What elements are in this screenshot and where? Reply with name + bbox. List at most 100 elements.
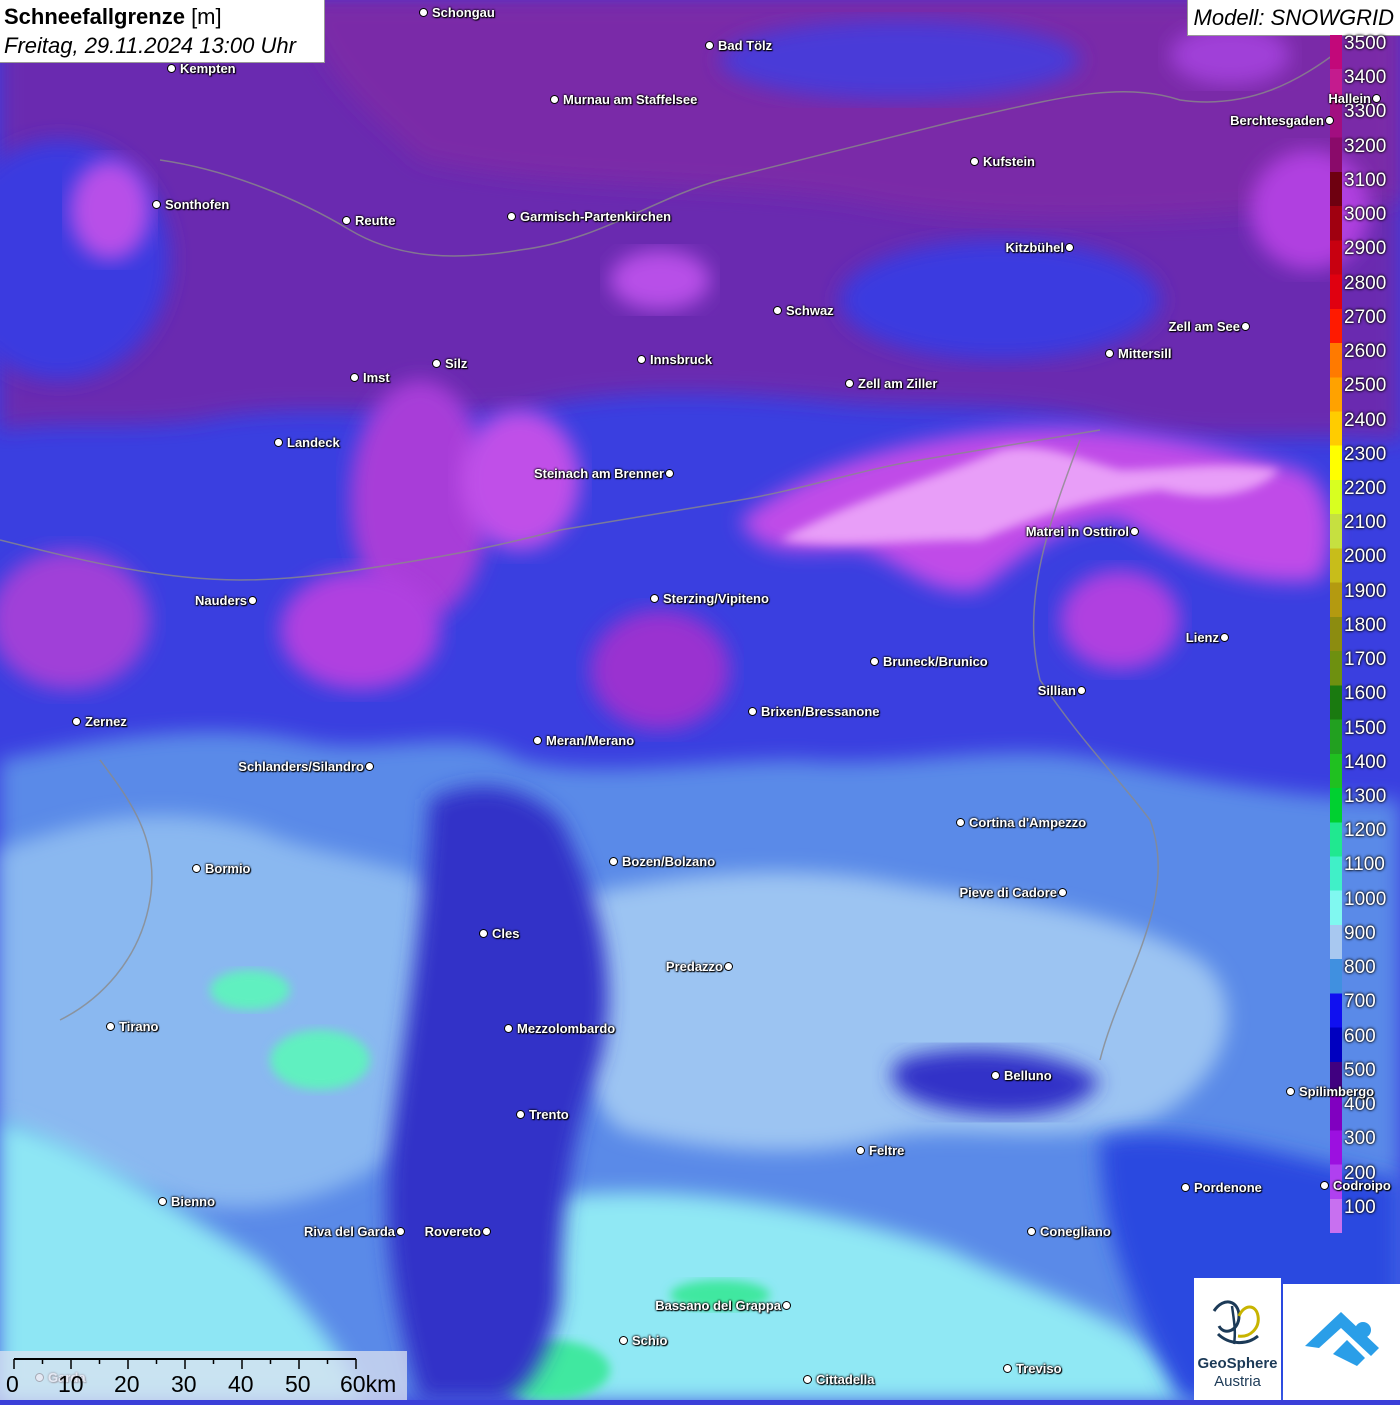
city-marker-icon <box>773 306 782 315</box>
city-marker-icon <box>1286 1087 1295 1096</box>
city-label: Innsbruck <box>650 352 713 367</box>
legend-label-2100: 2100 <box>1344 512 1387 534</box>
city-marker-icon <box>1003 1364 1012 1373</box>
legend-label-900: 900 <box>1344 922 1376 944</box>
city-marker-icon <box>1372 94 1381 103</box>
geosphere-sub: Austria <box>1214 1373 1261 1390</box>
mountain-snow-icon <box>1305 1312 1379 1366</box>
city-label: Bruneck/Brunico <box>883 654 988 669</box>
city-marker-icon <box>1241 322 1250 331</box>
city-label: Rovereto <box>424 1224 481 1239</box>
map-title: Schneefallgrenze [m] <box>4 4 222 29</box>
city-marker-icon <box>748 707 757 716</box>
legend-label-600: 600 <box>1344 1025 1376 1047</box>
city-label: Nauders <box>194 593 247 608</box>
city-marker-icon <box>724 962 733 971</box>
color-legend: 3500 3400 3300 3200 3100 3000 2900 2800 2700 2600… <box>1330 34 1400 1233</box>
city-marker-icon <box>1181 1183 1190 1192</box>
city-label: Cortina d'Ampezzo <box>969 815 1087 830</box>
city-marker-icon <box>665 469 674 478</box>
scale-label-30: 30 <box>171 1371 197 1397</box>
legend-label-1100: 1100 <box>1344 854 1385 876</box>
city-label: Cles <box>492 926 520 941</box>
city-label: Schio <box>632 1333 668 1348</box>
legend-label-3100: 3100 <box>1344 169 1387 191</box>
city-label: Tirano <box>119 1019 159 1034</box>
city-label: Feltre <box>869 1143 905 1158</box>
legend-label-2800: 2800 <box>1344 272 1387 294</box>
geosphere-name: GeoSphere <box>1197 1355 1278 1372</box>
snow-service-logo[interactable] <box>1283 1284 1400 1400</box>
city-marker-icon <box>991 1071 1000 1080</box>
city-marker-icon <box>158 1197 167 1206</box>
city-label: Kitzbühel <box>1005 240 1065 255</box>
city-label: Trento <box>529 1107 569 1122</box>
legend-label-700: 700 <box>1344 991 1376 1013</box>
legend-label-300: 300 <box>1344 1128 1376 1150</box>
city-marker-icon <box>1077 686 1086 695</box>
city-label: Kufstein <box>983 154 1035 169</box>
city-label: Pieve di Cadore <box>959 885 1057 900</box>
city-label: Spilimbergo <box>1299 1084 1375 1099</box>
legend-label-2400: 2400 <box>1344 409 1387 431</box>
legend-label-100: 100 <box>1344 1196 1376 1218</box>
city-label: Schongau <box>432 5 495 20</box>
city-marker-icon <box>152 200 161 209</box>
city-marker-icon <box>870 657 879 666</box>
city-marker-icon <box>72 717 81 726</box>
city-label: Reutte <box>355 213 396 228</box>
legend-label-1000: 1000 <box>1344 888 1387 910</box>
legend-label-2700: 2700 <box>1344 306 1387 328</box>
scale-label-60km: 60km <box>340 1371 397 1397</box>
city-label: Schwaz <box>786 303 834 318</box>
legend-label-2500: 2500 <box>1344 375 1387 397</box>
legend-label-1900: 1900 <box>1344 580 1387 602</box>
city-label: Mezzolombardo <box>517 1021 616 1036</box>
legend-label-2000: 2000 <box>1344 546 1387 568</box>
city-label: Kempten <box>180 61 236 76</box>
city-label: Predazzo <box>665 959 723 974</box>
city-label: Riva del Garda <box>303 1224 395 1239</box>
city-marker-icon <box>192 864 201 873</box>
city-label: Belluno <box>1004 1068 1052 1083</box>
city-label: Garmisch-Partenkirchen <box>520 209 672 224</box>
legend-label-3000: 3000 <box>1344 204 1387 226</box>
city-marker-icon <box>419 8 428 17</box>
legend-label-3200: 3200 <box>1344 135 1387 157</box>
legend-label-1500: 1500 <box>1344 717 1387 739</box>
model-label: Modell: SNOWGRID <box>1186 0 1400 36</box>
city-marker-icon <box>1325 116 1334 125</box>
scale-label-20: 20 <box>114 1371 140 1397</box>
geosphere-austria-logo[interactable]: GeoSphere Austria <box>1194 1278 1281 1400</box>
city-label: Bormio <box>205 861 251 876</box>
legend-label-2200: 2200 <box>1344 477 1387 499</box>
legend-label-2900: 2900 <box>1344 238 1387 260</box>
city-marker-icon <box>1220 633 1229 642</box>
city-marker-icon <box>504 1024 513 1033</box>
city-marker-icon <box>619 1336 628 1345</box>
city-marker-icon <box>1105 349 1114 358</box>
city-label: Steinach am Brenner <box>533 466 664 481</box>
city-label: Landeck <box>287 435 340 450</box>
city-label: Sillian <box>1037 683 1076 698</box>
city-marker-icon <box>274 438 283 447</box>
city-marker-icon <box>479 929 488 938</box>
city-label: Schlanders/Silandro <box>238 759 364 774</box>
legend-label-3400: 3400 <box>1344 67 1387 89</box>
legend-label-1400: 1400 <box>1344 751 1387 773</box>
legend-label-500: 500 <box>1344 1059 1376 1081</box>
city-marker-icon <box>1058 888 1067 897</box>
legend-label-2300: 2300 <box>1344 443 1387 465</box>
city-label: Lienz <box>1185 630 1219 645</box>
map-title-box: Schneefallgrenze [m] Freitag, 29.11.2024… <box>0 0 325 63</box>
city-label: Treviso <box>1016 1361 1062 1376</box>
city-label: Zernez <box>85 714 127 729</box>
city-marker-icon <box>970 157 979 166</box>
city-label: Silz <box>445 356 468 371</box>
city-marker-icon <box>342 216 351 225</box>
city-label: Cittadella <box>816 1372 875 1387</box>
geosphere-emblem-icon <box>1212 1300 1260 1345</box>
city-marker-icon <box>856 1146 865 1155</box>
city-label: Sterzing/Vipiteno <box>663 591 769 606</box>
city-marker-icon <box>609 857 618 866</box>
